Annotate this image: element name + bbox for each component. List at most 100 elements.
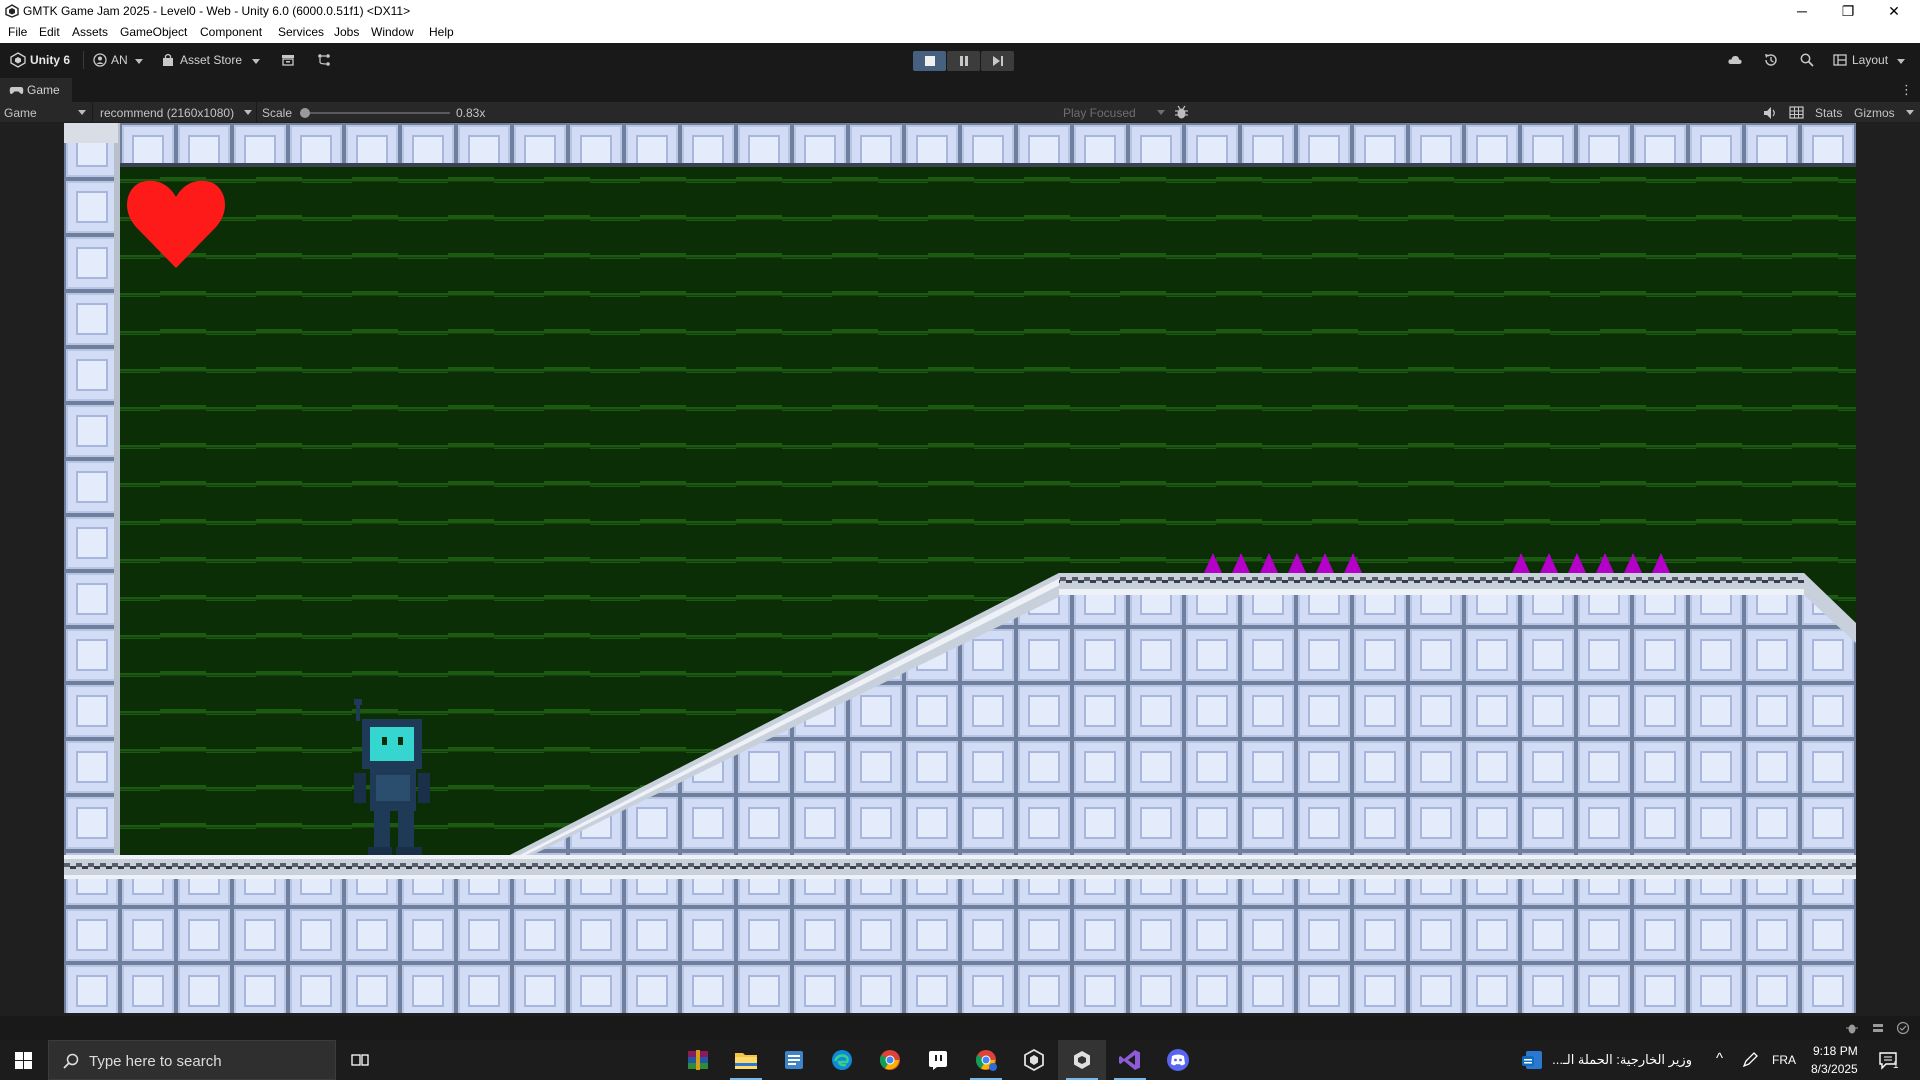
- bug-icon[interactable]: [1174, 105, 1189, 120]
- layout-dropdown[interactable]: Layout: [1852, 53, 1888, 67]
- taskbar-app-edge[interactable]: [818, 1040, 866, 1080]
- chevron-down-icon: [252, 59, 260, 64]
- chevron-down-icon: [78, 110, 86, 115]
- step-icon: [992, 56, 1003, 66]
- grid-icon[interactable]: [1789, 106, 1804, 119]
- menu-component[interactable]: Component: [200, 25, 262, 39]
- minimize-button[interactable]: ─: [1780, 0, 1824, 22]
- menu-gameobject[interactable]: GameObject: [120, 25, 187, 39]
- search-icon: [63, 1053, 79, 1069]
- menu-assets[interactable]: Assets: [72, 25, 108, 39]
- unity-logo-icon: [5, 4, 19, 18]
- chevron-down-icon: [244, 110, 252, 115]
- taskbar-app-chrome-profile[interactable]: [962, 1040, 1010, 1080]
- taskbar-app-visual-studio[interactable]: [1106, 1040, 1154, 1080]
- unity-editor-icon: [1074, 1051, 1090, 1069]
- asset-store-icon: [163, 53, 173, 66]
- winrar-icon: [688, 1050, 708, 1070]
- check-circle-icon[interactable]: [1896, 1021, 1910, 1035]
- step-button[interactable]: [981, 51, 1014, 71]
- asset-store-dropdown[interactable]: Asset Store: [180, 53, 242, 67]
- menu-window[interactable]: Window: [371, 25, 414, 39]
- clock-time[interactable]: 9:18 PM: [1813, 1044, 1858, 1058]
- chevron-up-icon[interactable]: ^: [1716, 1050, 1723, 1067]
- close-button[interactable]: ✕: [1872, 0, 1916, 22]
- left-wall-cap: [64, 123, 118, 143]
- menu-file[interactable]: File: [8, 25, 27, 39]
- windows-taskbar: Type here to search وزير الخارجية: الحمل…: [0, 1040, 1920, 1080]
- edge-browser-icon: [832, 1050, 852, 1070]
- windows-logo-icon: [15, 1052, 32, 1069]
- layout-icon: [1833, 54, 1847, 66]
- menu-services[interactable]: Services: [278, 25, 324, 39]
- unity-hub-icon: [1024, 1049, 1044, 1071]
- menu-bar: File Edit Assets GameObject Component Se…: [0, 22, 1920, 43]
- chevron-down-icon: [1897, 59, 1905, 64]
- tab-more-button[interactable]: ⋮: [1900, 82, 1913, 98]
- scale-slider-thumb[interactable]: [300, 108, 310, 118]
- visual-studio-icon: [1119, 1050, 1140, 1070]
- taskbar-search-input[interactable]: Type here to search: [48, 1040, 336, 1080]
- taskbar-app-winrar[interactable]: [674, 1040, 722, 1080]
- game-scene: [64, 123, 1856, 1013]
- gizmos-toggle[interactable]: Gizmos: [1854, 106, 1895, 120]
- window-title-bar: GMTK Game Jam 2025 - Level0 - Web - Unit…: [0, 0, 1920, 22]
- notepad-icon: [785, 1051, 803, 1069]
- stats-toggle[interactable]: Stats: [1815, 106, 1842, 120]
- task-view-button[interactable]: [336, 1040, 384, 1080]
- news-headline[interactable]: وزير الخارجية: الحملة الـ...: [1552, 1052, 1692, 1068]
- divider: [256, 102, 257, 123]
- platform-ledge: [1059, 573, 1804, 595]
- game-viewport[interactable]: [64, 123, 1856, 1013]
- play-button[interactable]: [913, 51, 946, 71]
- ceiling-tiles: [118, 123, 1856, 165]
- version-control-icon[interactable]: [280, 52, 296, 68]
- status-bar: [0, 1016, 1920, 1040]
- account-dropdown[interactable]: AN: [111, 53, 128, 67]
- restore-button[interactable]: ❐: [1826, 0, 1870, 22]
- bug-icon[interactable]: [1845, 1021, 1859, 1035]
- unity-toolbar: Unity 6 AN Asset Store Layout: [0, 43, 1920, 78]
- history-icon[interactable]: [1763, 52, 1779, 68]
- taskbar-app-chrome[interactable]: [866, 1040, 914, 1080]
- pen-icon[interactable]: [1741, 1051, 1759, 1069]
- chevron-down-icon: [1157, 110, 1165, 115]
- toolbar-divider: [83, 51, 84, 69]
- layers-icon[interactable]: [1871, 1021, 1885, 1035]
- notification-count: 1: [1893, 1060, 1899, 1071]
- window-title: GMTK Game Jam 2025 - Level0 - Web - Unit…: [23, 4, 411, 18]
- pause-button[interactable]: [947, 51, 980, 71]
- cloud-icon[interactable]: [1727, 52, 1743, 68]
- taskbar-app-discord[interactable]: [1154, 1040, 1202, 1080]
- taskbar-app-file-explorer[interactable]: [722, 1040, 770, 1080]
- taskbar-app-unity-editor[interactable]: [1058, 1040, 1106, 1080]
- taskbar-app-unity-hub[interactable]: [1010, 1040, 1058, 1080]
- menu-help[interactable]: Help: [429, 25, 454, 39]
- display-dropdown[interactable]: Game: [4, 106, 37, 120]
- menu-edit[interactable]: Edit: [39, 25, 60, 39]
- news-icon[interactable]: [1520, 1049, 1544, 1071]
- resolution-dropdown[interactable]: recommend (2160x1080): [100, 106, 234, 120]
- taskbar-app-twitch[interactable]: [914, 1040, 962, 1080]
- tab-game[interactable]: Game: [0, 78, 72, 102]
- folder-icon: [735, 1053, 757, 1069]
- ceiling-edge: [118, 163, 1856, 167]
- gamepad-icon: [9, 87, 24, 94]
- menu-jobs[interactable]: Jobs: [334, 25, 359, 39]
- chrome-icon: [975, 1050, 997, 1071]
- start-button[interactable]: [0, 1040, 48, 1080]
- unity-version-button[interactable]: Unity 6: [30, 53, 70, 67]
- collab-icon[interactable]: [316, 52, 332, 68]
- scale-slider[interactable]: [300, 108, 450, 118]
- language-indicator[interactable]: FRA: [1772, 1053, 1796, 1067]
- tab-game-label: Game: [27, 83, 60, 97]
- search-icon[interactable]: [1799, 52, 1815, 68]
- floor-ledge: [64, 855, 1856, 879]
- twitch-icon: [929, 1051, 947, 1070]
- taskbar-app-notepad[interactable]: [770, 1040, 818, 1080]
- play-mode-dropdown[interactable]: Play Focused: [1063, 106, 1136, 120]
- clock-date[interactable]: 8/3/2025: [1811, 1062, 1858, 1076]
- chevron-down-icon: [1906, 110, 1914, 115]
- speaker-icon[interactable]: [1763, 106, 1777, 120]
- account-icon: [93, 53, 107, 67]
